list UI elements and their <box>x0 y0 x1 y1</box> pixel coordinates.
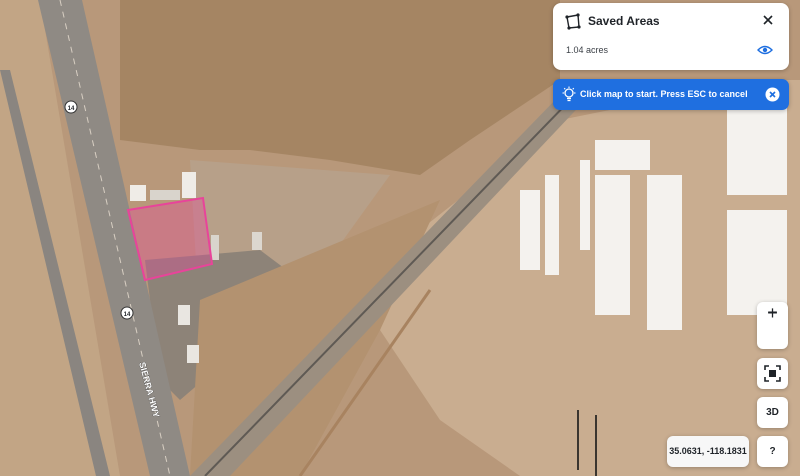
polygon-draw-icon <box>565 13 581 30</box>
lightbulb-icon <box>562 86 576 102</box>
building <box>252 232 262 250</box>
saved-areas-title: Saved Areas <box>588 14 660 28</box>
satellite-map[interactable]: 14 14 SIERRA HWY <box>0 0 800 476</box>
banner-text: Click map to start. Press ESC to cancel <box>580 89 748 99</box>
building <box>187 345 199 363</box>
fit-bounds-button[interactable] <box>757 358 788 389</box>
cancel-circle-icon[interactable] <box>765 87 780 102</box>
fit-bounds-icon <box>764 365 781 382</box>
building <box>130 185 146 201</box>
highway-shield-bottom: 14 <box>120 306 134 320</box>
building <box>150 190 180 200</box>
zoom-out-button[interactable]: − <box>757 302 788 325</box>
building <box>178 305 190 325</box>
help-label: ? <box>769 446 776 457</box>
building <box>211 235 219 260</box>
saved-areas-panel: Saved Areas 1.04 acres <box>553 3 789 70</box>
close-icon[interactable] <box>759 11 777 29</box>
help-button[interactable]: ? <box>757 436 788 467</box>
3d-label: 3D <box>766 407 779 418</box>
highway-shield-bottom-label: 14 <box>124 312 131 318</box>
highway-shield-top: 14 <box>64 100 78 114</box>
building <box>182 172 196 198</box>
coordinates-text: 35.0631, -118.1831 <box>669 446 747 456</box>
draw-instruction-banner: Click map to start. Press ESC to cancel <box>553 79 789 110</box>
3d-toggle-button[interactable]: 3D <box>757 397 788 428</box>
zoom-controls: + − <box>757 302 788 349</box>
coordinates-readout: 35.0631, -118.1831 <box>667 436 749 467</box>
eye-icon[interactable] <box>757 43 773 57</box>
highway-shield-top-label: 14 <box>68 106 75 112</box>
saved-area-size[interactable]: 1.04 acres <box>566 45 608 55</box>
